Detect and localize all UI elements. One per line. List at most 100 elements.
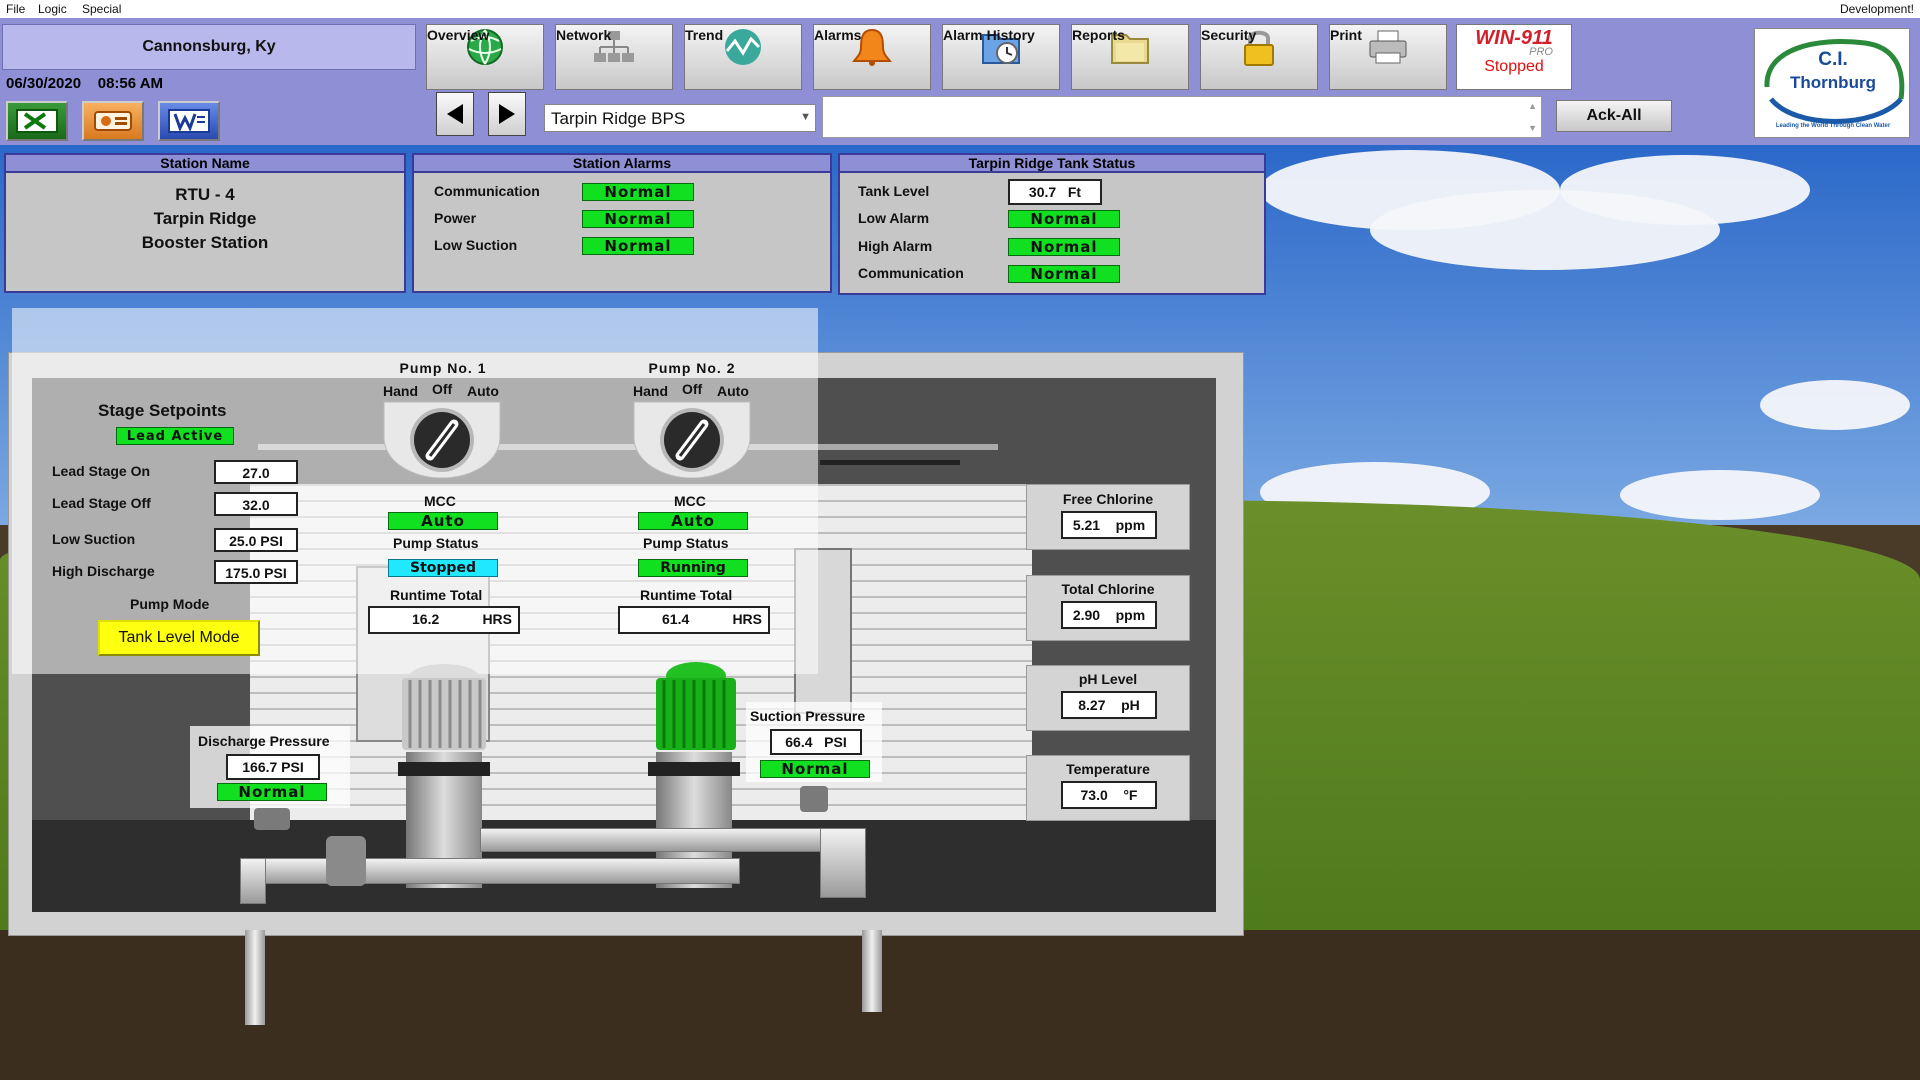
conduit bbox=[820, 460, 960, 465]
total-chlorine-display: 2.90 ppm bbox=[1061, 601, 1157, 629]
total-chlorine-unit: ppm bbox=[1115, 607, 1146, 623]
ph-level-value: 8.27 bbox=[1078, 697, 1106, 713]
suction-pressure-label: Suction Pressure bbox=[750, 708, 866, 724]
nav-reports-label: Reports bbox=[1072, 27, 1125, 43]
previous-station-button[interactable] bbox=[436, 92, 474, 136]
nav-security-button[interactable]: Security bbox=[1200, 24, 1318, 90]
menu-development[interactable]: Development! bbox=[1840, 2, 1914, 16]
menu-special[interactable]: Special bbox=[82, 2, 121, 16]
nav-overview-button[interactable]: Overview bbox=[426, 24, 544, 90]
lead-stage-on-input[interactable]: 27.0 bbox=[214, 460, 298, 484]
station-name-panel: Station Name RTU - 4 Tarpin Ridge Booste… bbox=[4, 153, 406, 293]
station-site: Tarpin Ridge bbox=[153, 209, 257, 228]
station-select[interactable]: Tarpin Ridge BPS ▼ bbox=[544, 104, 816, 132]
free-chlorine-display: 5.21 ppm bbox=[1061, 511, 1157, 539]
tank-status-title: Tarpin Ridge Tank Status bbox=[840, 155, 1264, 173]
powerpoint-button[interactable] bbox=[82, 101, 144, 141]
excel-icon bbox=[16, 109, 58, 133]
nav-trend-button[interactable]: Trend bbox=[684, 24, 802, 90]
nav-print-label: Print bbox=[1330, 27, 1362, 43]
suction-pressure-status: Normal bbox=[760, 760, 870, 778]
pump1-runtime-value: 16.2 bbox=[412, 611, 440, 627]
pump1-mcc-status: Auto bbox=[388, 512, 498, 530]
logo-tagline: Leading the World Through Clean Water bbox=[1775, 123, 1891, 129]
alarm-power-status: Normal bbox=[582, 210, 694, 228]
total-chlorine-label: Total Chlorine bbox=[1061, 581, 1155, 597]
station-rtu: RTU - 4 bbox=[175, 185, 235, 204]
pump1-hand-label: Hand bbox=[383, 383, 418, 399]
pressure-transmitter bbox=[800, 786, 828, 812]
nav-print-button[interactable]: Print bbox=[1329, 24, 1447, 90]
nav-alarm-history-button[interactable]: Alarm History bbox=[942, 24, 1060, 90]
nav-network-label: Network bbox=[556, 27, 612, 43]
nav-alarm-history-label: Alarm History bbox=[943, 27, 1035, 43]
pump2-runtime-display: 61.4 HRS bbox=[618, 606, 770, 634]
lead-stage-off-label: Lead Stage Off bbox=[52, 495, 151, 511]
ack-all-button[interactable]: Ack-All bbox=[1556, 100, 1672, 132]
pump1-motor bbox=[396, 664, 492, 754]
discharge-header-pipe bbox=[240, 858, 740, 884]
time-label: 08:56 AM bbox=[97, 75, 164, 92]
cloud bbox=[1560, 155, 1810, 225]
pump1-mcc-label: MCC bbox=[424, 493, 456, 509]
suction-elbow-pipe bbox=[820, 828, 866, 898]
tank-status-panel: Tarpin Ridge Tank Status Tank Level 30.7… bbox=[838, 153, 1266, 295]
pump2-runtime-value: 61.4 bbox=[662, 611, 690, 627]
pump2-hoa-switch[interactable] bbox=[630, 398, 754, 479]
lead-stage-off-input[interactable]: 32.0 bbox=[214, 492, 298, 516]
word-button[interactable] bbox=[158, 101, 220, 141]
discharge-elbow-pipe bbox=[240, 858, 266, 904]
pump-motor-icon bbox=[656, 662, 736, 750]
ph-level-panel: pH Level 8.27 pH bbox=[1026, 665, 1190, 731]
datetime: 06/30/2020 08:56 AM bbox=[6, 75, 163, 92]
excel-button[interactable] bbox=[6, 101, 68, 141]
support-leg bbox=[245, 930, 265, 1025]
alarm-communication-label: Communication bbox=[434, 183, 540, 199]
suction-pressure-display: 66.4 PSI bbox=[770, 729, 862, 755]
company-logo: C.I. Thornburg Leading the World Through… bbox=[1754, 28, 1910, 138]
menu-logic[interactable]: Logic bbox=[38, 2, 67, 16]
pump1-auto-label: Auto bbox=[467, 383, 499, 399]
pump1-hoa-switch[interactable] bbox=[380, 398, 504, 479]
station-alarms-panel: Station Alarms Communication Normal Powe… bbox=[412, 153, 832, 293]
tank-level-mode-button[interactable]: Tank Level Mode bbox=[98, 620, 260, 656]
tank-low-alarm-label: Low Alarm bbox=[858, 210, 930, 226]
free-chlorine-unit: ppm bbox=[1115, 517, 1146, 533]
total-chlorine-value: 2.90 bbox=[1072, 607, 1101, 623]
nav-alarms-button[interactable]: Alarms bbox=[813, 24, 931, 90]
arrow-left-icon bbox=[447, 104, 463, 124]
pump1-runtime-display: 16.2 HRS bbox=[368, 606, 520, 634]
win911-status-text: Stopped bbox=[1484, 58, 1544, 75]
alarm-power-label: Power bbox=[434, 210, 477, 226]
scroll-up-icon[interactable]: ▲ bbox=[1528, 101, 1537, 111]
alarm-message-box[interactable]: ▲ ▼ bbox=[822, 96, 1542, 138]
temperature-display: 73.0 °F bbox=[1061, 781, 1157, 809]
tank-level-value: 30.7 bbox=[1028, 184, 1057, 200]
pump1-off-label: Off bbox=[432, 381, 453, 397]
scroll-down-icon[interactable]: ▼ bbox=[1528, 123, 1537, 133]
temperature-unit: °F bbox=[1123, 787, 1138, 803]
date-label: 06/30/2020 bbox=[6, 75, 82, 92]
ph-level-display: 8.27 pH bbox=[1061, 691, 1157, 719]
nav-reports-button[interactable]: Reports bbox=[1071, 24, 1189, 90]
tank-low-alarm-status: Normal bbox=[1008, 210, 1120, 228]
discharge-pressure-value: 166.7 PSI bbox=[226, 754, 320, 780]
nav-network-button[interactable]: Network bbox=[555, 24, 673, 90]
chevron-down-icon: ▼ bbox=[800, 111, 811, 123]
pump2-off-label: Off bbox=[682, 381, 703, 397]
win911-status[interactable]: WIN-911 PRO Stopped bbox=[1456, 24, 1572, 90]
low-suction-label: Low Suction bbox=[52, 531, 136, 547]
high-discharge-input[interactable]: 175.0 PSI bbox=[214, 560, 298, 584]
arrow-right-icon bbox=[499, 104, 515, 124]
discharge-pressure-label: Discharge Pressure bbox=[198, 733, 330, 749]
pump2-status: Running bbox=[638, 559, 748, 577]
lead-active-badge: Lead Active bbox=[116, 427, 234, 445]
flow-meter bbox=[326, 836, 366, 886]
suction-pressure-value: 66.4 bbox=[785, 734, 813, 750]
free-chlorine-value: 5.21 bbox=[1072, 517, 1101, 533]
next-station-button[interactable] bbox=[488, 92, 526, 136]
lead-stage-on-label: Lead Stage On bbox=[52, 463, 151, 479]
low-suction-input[interactable]: 25.0 PSI bbox=[214, 528, 298, 552]
total-chlorine-panel: Total Chlorine 2.90 ppm bbox=[1026, 575, 1190, 641]
menu-file[interactable]: File bbox=[6, 2, 25, 16]
